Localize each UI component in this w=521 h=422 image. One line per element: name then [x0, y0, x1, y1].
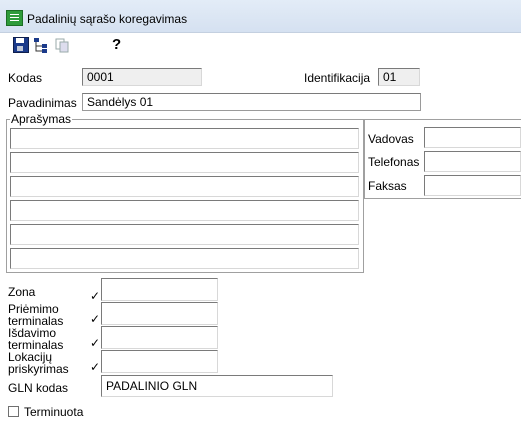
lokaciju-check-icon: ✓ [90, 360, 101, 374]
identifikacija-field[interactable]: 01 [378, 68, 420, 86]
lokaciju-label: Lokacijų priskyrimas [8, 350, 69, 376]
save-icon[interactable] [12, 36, 30, 54]
terminuota-checkbox[interactable] [8, 406, 19, 417]
kodas-label: Kodas [8, 71, 43, 85]
pavadinimas-field[interactable]: Sandėlys 01 [82, 93, 421, 111]
zona-field[interactable] [101, 278, 218, 301]
telefonas-field[interactable] [424, 151, 521, 172]
toolbar [0, 33, 521, 57]
isdavimo-check-icon: ✓ [90, 336, 101, 350]
faksas-label: Faksas [368, 179, 407, 193]
priemimo-label: Priėmimo terminalas [8, 302, 64, 328]
gln-field[interactable]: PADALINIO GLN [101, 375, 333, 397]
isdavimo-label: Išdavimo terminalas [8, 326, 64, 352]
priemimo-check-icon: ✓ [90, 312, 101, 326]
gln-label: GLN kodas [8, 381, 69, 395]
aprasymas-line[interactable] [10, 224, 359, 245]
telefonas-label: Telefonas [368, 155, 420, 169]
help-icon[interactable]: ? [112, 36, 130, 54]
window-title: Padalinių sąrašo koregavimas [27, 12, 188, 26]
faksas-field[interactable] [424, 175, 521, 196]
zona-check-icon: ✓ [90, 289, 101, 303]
priemimo-field[interactable] [101, 302, 218, 325]
aprasymas-label: Aprašymas [10, 112, 73, 126]
vadovas-label: Vadovas [368, 132, 414, 146]
aprasymas-line[interactable] [10, 176, 359, 197]
copy-icon[interactable] [54, 36, 72, 54]
app-icon [6, 10, 23, 26]
terminuota-label: Terminuota [24, 405, 84, 419]
aprasymas-line[interactable] [10, 152, 359, 173]
identifikacija-label: Identifikacija [304, 71, 371, 85]
aprasymas-line[interactable] [10, 128, 359, 149]
pavadinimas-label: Pavadinimas [8, 96, 77, 110]
tree-icon[interactable] [33, 36, 51, 54]
aprasymas-line[interactable] [10, 200, 359, 221]
kodas-field[interactable]: 0001 [82, 68, 202, 86]
lokaciju-field[interactable] [101, 350, 218, 373]
aprasymas-line[interactable] [10, 248, 359, 269]
isdavimo-field[interactable] [101, 326, 218, 349]
vadovas-field[interactable] [424, 127, 521, 148]
zona-label: Zona [8, 285, 36, 299]
